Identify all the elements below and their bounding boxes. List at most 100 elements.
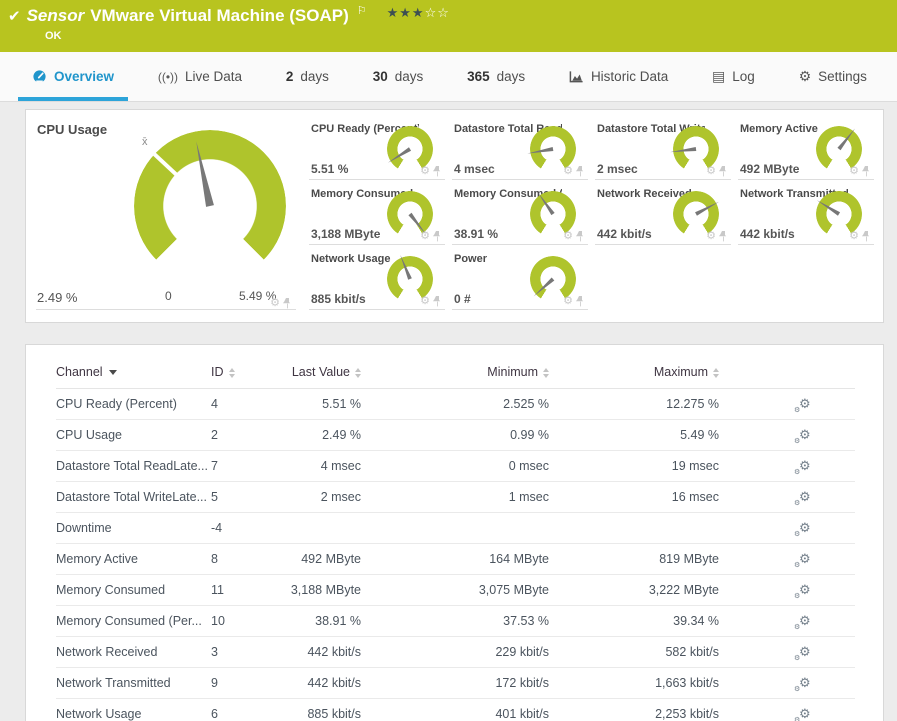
channel-last-value: 2 msec (286, 481, 361, 513)
channel-gauge-tile[interactable]: Memory Active 492 MByte ⚙ (738, 120, 874, 180)
channel-settings-icon[interactable]: ⚙ ⚙ (794, 458, 811, 476)
channel-settings-icon[interactable]: ⚙ ⚙ (794, 396, 811, 414)
channels-panel: Channel ID Last Value Minimum Maximum CP… (25, 344, 884, 721)
channel-id: -4 (211, 512, 286, 544)
column-header-minimum[interactable]: Minimum (361, 355, 549, 389)
chart-icon (569, 69, 584, 84)
channel-settings-icon[interactable]: ⚙ ⚙ (794, 675, 811, 693)
tab-30-days[interactable]: 30 days (373, 52, 424, 101)
table-row[interactable]: Datastore Total WriteLate... 5 2 msec 1 … (56, 481, 855, 513)
channel-id: 9 (211, 667, 286, 699)
gear-icon[interactable]: ⚙ (849, 231, 859, 242)
table-row[interactable]: Downtime -4 ⚙ ⚙ (56, 512, 855, 544)
sort-icon (543, 367, 549, 378)
channel-gauge-value: 2 msec (597, 162, 638, 176)
table-row[interactable]: Memory Consumed 11 3,188 MByte 3,075 MBy… (56, 574, 855, 606)
tab-overview[interactable]: Overview (17, 52, 129, 101)
table-row[interactable]: Memory Active 8 492 MByte 164 MByte 819 … (56, 543, 855, 575)
status-badge: OK (45, 30, 62, 42)
channel-gauge-tile[interactable]: Memory Consumed (P... 38.91 % ⚙ (452, 185, 588, 245)
table-row[interactable]: Memory Consumed (Per... 10 38.91 % 37.53… (56, 605, 855, 637)
channel-gauge-tile[interactable]: Datastore Total ReadLa... 4 msec ⚙ (452, 120, 588, 180)
table-row[interactable]: Datastore Total ReadLate... 7 4 msec 0 m… (56, 450, 855, 482)
channel-minimum: 1 msec (361, 481, 549, 513)
pin-icon[interactable] (433, 296, 442, 307)
table-row[interactable]: CPU Ready (Percent) 4 5.51 % 2.525 % 12.… (56, 388, 855, 420)
channel-gauge-tile[interactable]: Network Transmitted 442 kbit/s ⚙ (738, 185, 874, 245)
pin-icon[interactable] (433, 166, 442, 177)
tab-historic-data[interactable]: Historic Data (569, 52, 668, 101)
channel-last-value: 5.51 % (286, 388, 361, 420)
tab-settings[interactable]: ⚙ Settings (799, 52, 867, 101)
table-row[interactable]: Network Received 3 442 kbit/s 229 kbit/s… (56, 636, 855, 668)
tab-live-data[interactable]: ((•)) Live Data (158, 52, 242, 101)
pin-icon[interactable] (719, 231, 728, 242)
channel-last-value (286, 512, 361, 544)
channel-settings-icon[interactable]: ⚙ ⚙ (794, 582, 811, 600)
pin-icon[interactable] (433, 231, 442, 242)
channel-gauge-tile[interactable]: Datastore Total WriteL... 2 msec ⚙ (595, 120, 731, 180)
main-gauge-tile[interactable]: CPU Usage x̄ 2.49 % 0 5.49 % ⚙ (26, 110, 304, 322)
channel-gauge-tile[interactable]: Memory Consumed 3,188 MByte ⚙ (309, 185, 445, 245)
table-row[interactable]: Network Transmitted 9 442 kbit/s 172 kbi… (56, 667, 855, 699)
channel-id: 7 (211, 450, 286, 482)
channel-last-value: 492 MByte (286, 543, 361, 575)
stars-filled[interactable]: ★★★ (387, 5, 425, 20)
sort-icon (713, 367, 719, 378)
gear-icon[interactable]: ⚙ (706, 231, 716, 242)
main-gauge-value: 2.49 % (37, 290, 78, 305)
gear-icon[interactable]: ⚙ (563, 296, 573, 307)
channel-maximum: 3,222 MByte (549, 574, 719, 606)
pin-icon[interactable] (283, 298, 292, 309)
gear-icon[interactable]: ⚙ (563, 166, 573, 177)
pin-icon[interactable] (576, 296, 585, 307)
gear-icon[interactable]: ⚙ (270, 298, 280, 309)
gear-icon[interactable]: ⚙ (420, 166, 430, 177)
tab-log[interactable]: ▤ Log (712, 52, 755, 101)
channel-gauge-tile[interactable]: CPU Ready (Percent) 5.51 % ⚙ (309, 120, 445, 180)
column-header-id[interactable]: ID (211, 355, 286, 389)
sort-icon (355, 367, 361, 378)
gear-icon[interactable]: ⚙ (849, 166, 859, 177)
pin-icon[interactable] (719, 166, 728, 177)
channel-settings-icon[interactable]: ⚙ ⚙ (794, 427, 811, 445)
gear-icon[interactable]: ⚙ (420, 296, 430, 307)
tab-365-days[interactable]: 365 days (467, 52, 525, 101)
channel-minimum: 172 kbit/s (361, 667, 549, 699)
channel-last-value: 885 kbit/s (286, 698, 361, 721)
gear-icon[interactable]: ⚙ (563, 231, 573, 242)
channel-gauge-tile[interactable]: Network Usage 885 kbit/s ⚙ (309, 250, 445, 310)
gear-icon[interactable]: ⚙ (420, 231, 430, 242)
channel-settings-icon[interactable]: ⚙ ⚙ (794, 489, 811, 507)
channel-gauge-tile[interactable]: Power 0 # ⚙ (452, 250, 588, 310)
channel-name: Network Received (56, 636, 211, 668)
channel-settings-icon[interactable]: ⚙ ⚙ (794, 551, 811, 569)
channel-settings-icon[interactable]: ⚙ ⚙ (794, 520, 811, 538)
pin-icon[interactable] (576, 231, 585, 242)
tab-label: days (496, 69, 526, 84)
channel-gauge-tile[interactable]: Network Received 442 kbit/s ⚙ (595, 185, 731, 245)
channel-settings-icon[interactable]: ⚙ ⚙ (794, 613, 811, 631)
sort-desc-icon (108, 370, 117, 376)
channel-settings-icon[interactable]: ⚙ ⚙ (794, 644, 811, 662)
table-row[interactable]: Network Usage 6 885 kbit/s 401 kbit/s 2,… (56, 698, 855, 721)
pin-icon[interactable] (862, 231, 871, 242)
column-header-maximum[interactable]: Maximum (549, 355, 719, 389)
flag-icon[interactable]: ⚐ (357, 4, 367, 17)
channel-minimum: 401 kbit/s (361, 698, 549, 721)
stars-empty[interactable]: ☆☆ (425, 5, 450, 20)
gear-icon[interactable]: ⚙ (706, 166, 716, 177)
channel-maximum: 16 msec (549, 481, 719, 513)
priority-stars[interactable]: ★★★☆☆ (387, 5, 450, 21)
column-header-last-value[interactable]: Last Value (286, 355, 361, 389)
table-row[interactable]: CPU Usage 2 2.49 % 0.99 % 5.49 % ⚙ ⚙ (56, 419, 855, 451)
channel-settings-icon[interactable]: ⚙ ⚙ (794, 706, 811, 721)
channel-maximum: 1,663 kbit/s (549, 667, 719, 699)
tile-divider (36, 309, 296, 310)
tab-2-days[interactable]: 2 days (286, 52, 329, 101)
status-check-icon: ✔ (8, 8, 21, 25)
column-header-channel[interactable]: Channel (56, 355, 211, 389)
pin-icon[interactable] (576, 166, 585, 177)
pin-icon[interactable] (862, 166, 871, 177)
channel-name: Datastore Total WriteLate... (56, 481, 211, 513)
